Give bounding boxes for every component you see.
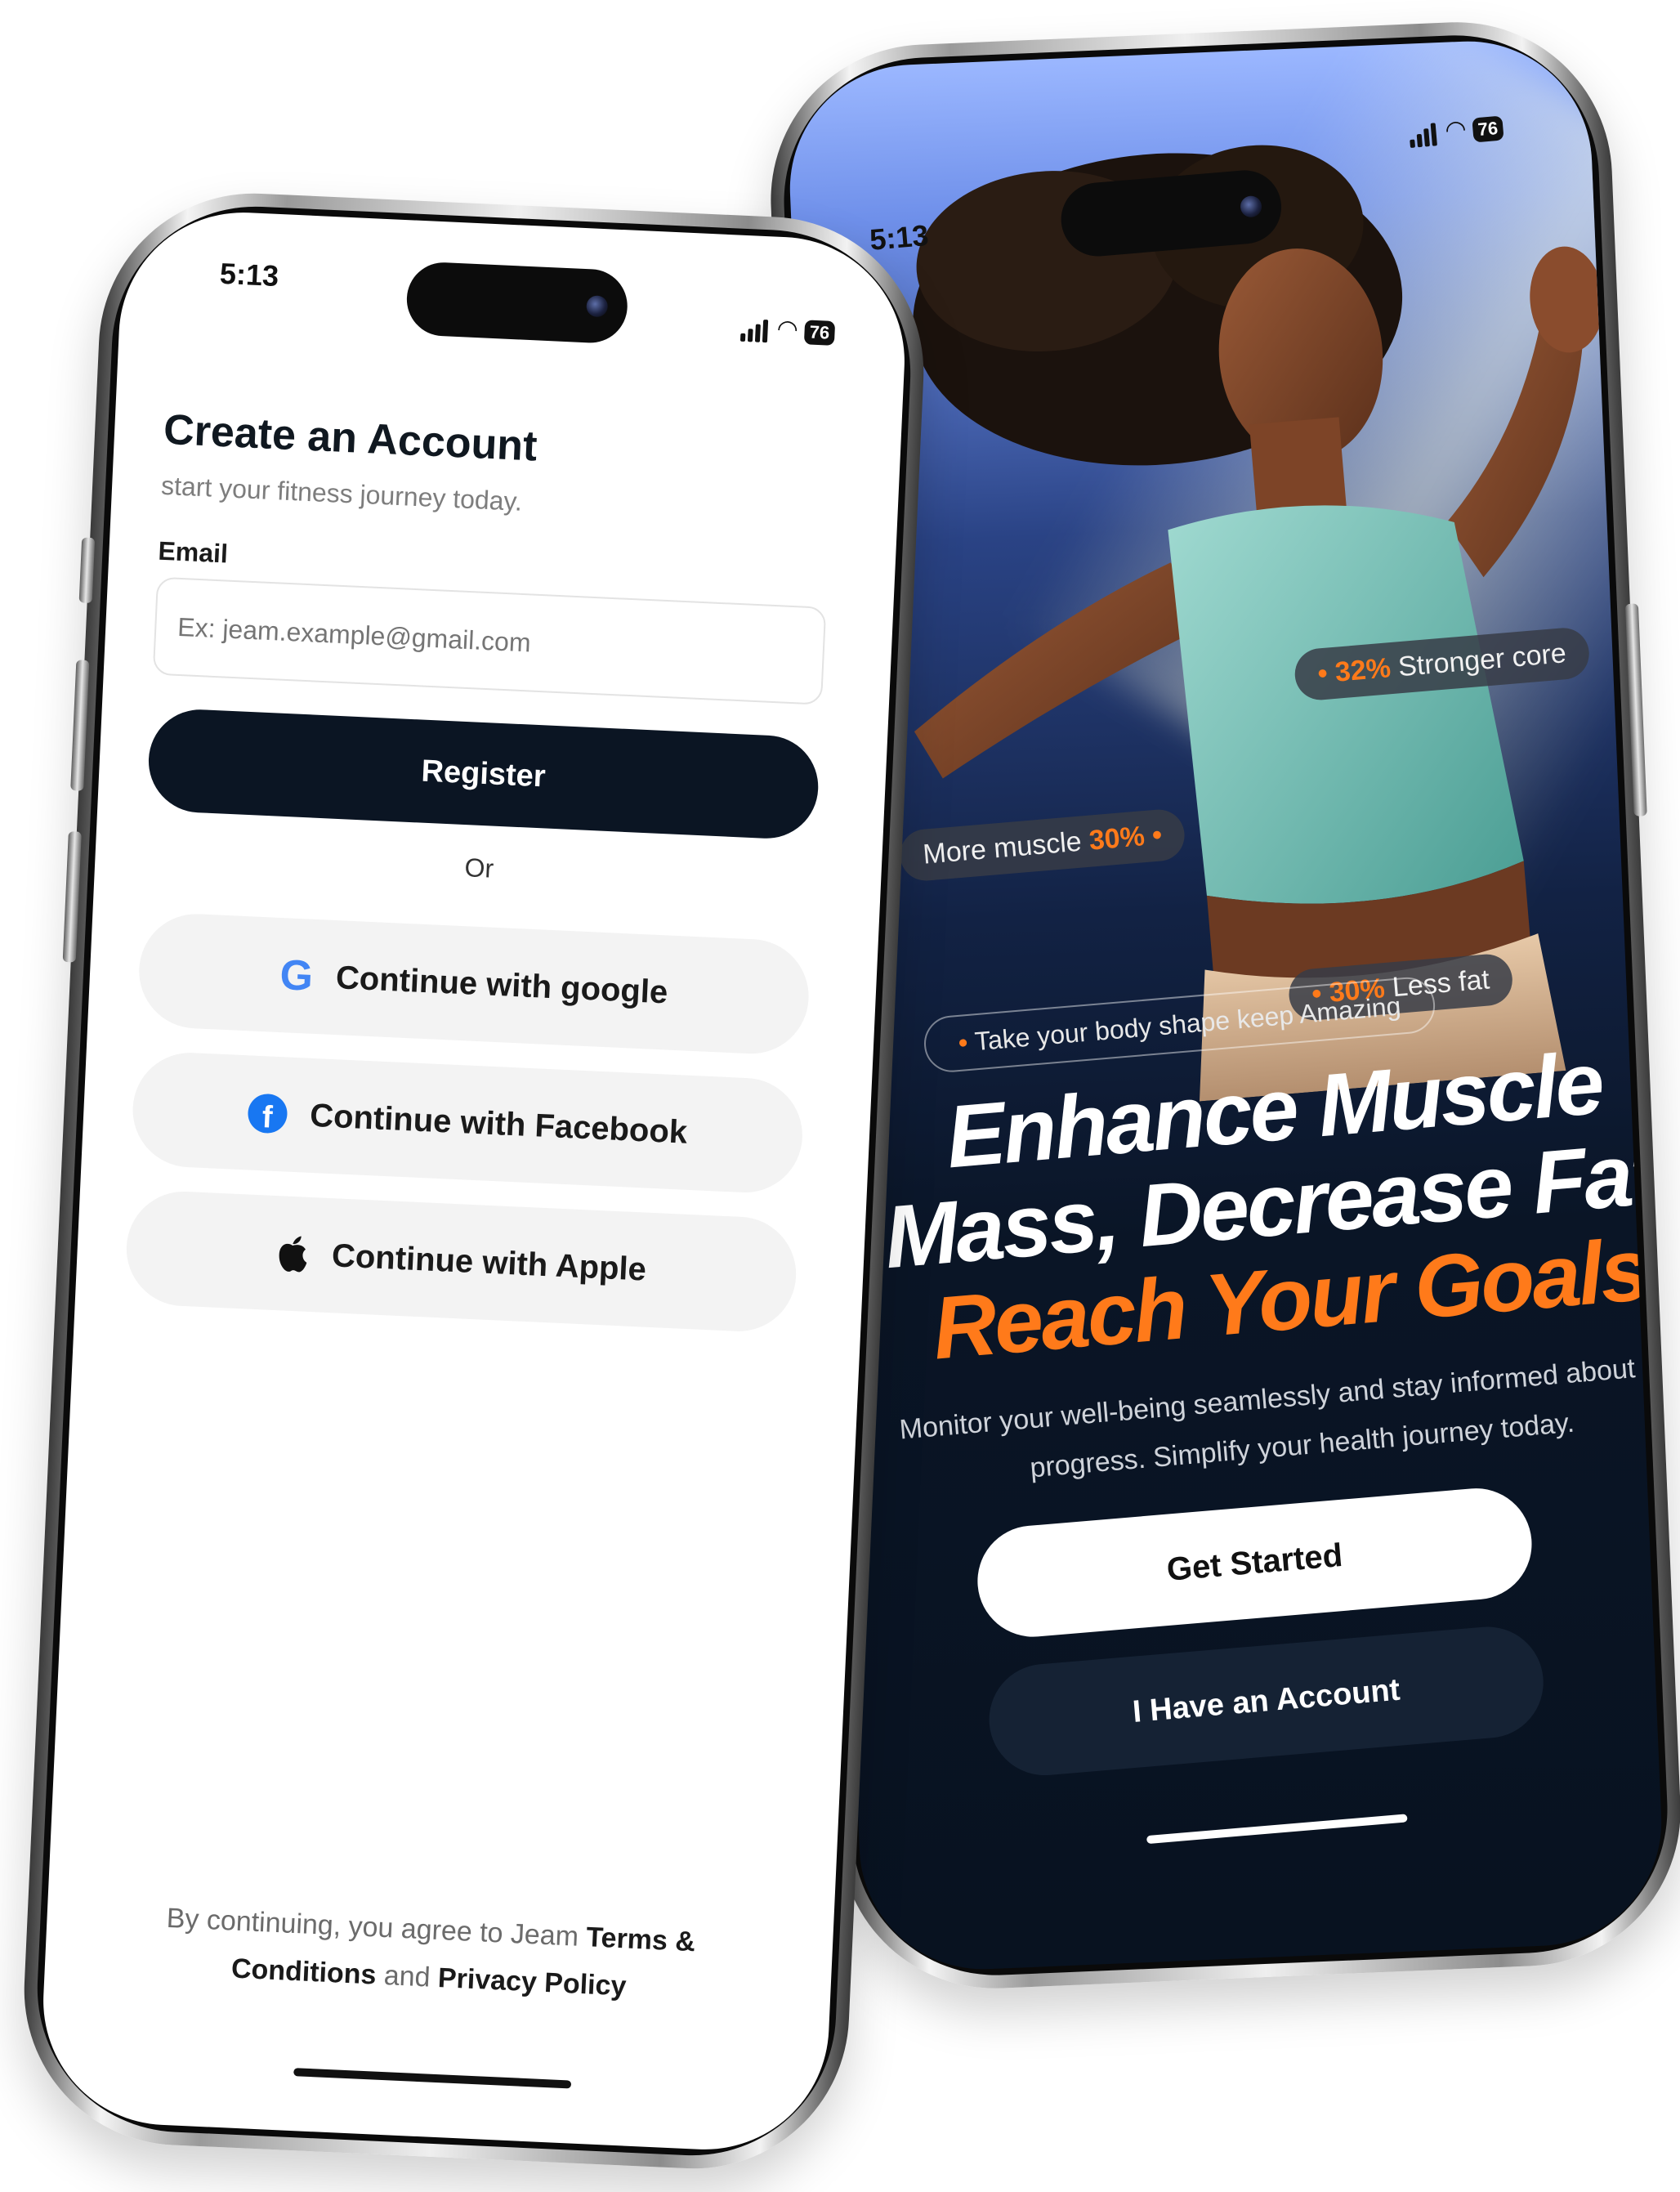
signal-icon: [739, 319, 771, 343]
page-subtitle: start your fitness journey today.: [160, 470, 523, 517]
google-icon: G: [279, 951, 315, 1000]
left-phone-volume-down: [62, 831, 82, 963]
wifi-icon: ◠: [1444, 115, 1468, 145]
left-phone-frame: 5:13 ◠ 76 Create an Account start your f…: [17, 186, 931, 2176]
email-label: Email: [157, 535, 229, 569]
front-camera: [1239, 195, 1263, 218]
signal-icon: [1409, 123, 1440, 148]
status-time: 5:13: [868, 217, 930, 257]
battery-icon: 76: [1472, 115, 1504, 143]
stat-pct: 32%: [1334, 652, 1392, 688]
google-signin-label: Continue with google: [335, 959, 669, 1011]
stat-label: Stronger core: [1396, 637, 1568, 683]
terms-prefix: By continuing, you agree to Jeam: [166, 1902, 579, 1953]
dynamic-island: [404, 261, 629, 345]
terms-notice: By continuing, you agree to Jeam Terms &…: [93, 1891, 766, 2016]
have-account-button[interactable]: I Have an Account: [985, 1622, 1548, 1780]
register-button[interactable]: Register: [146, 707, 821, 841]
apple-signin-label: Continue with Apple: [331, 1237, 647, 1288]
facebook-signin-label: Continue with Facebook: [309, 1097, 689, 1151]
home-indicator: [293, 2068, 572, 2089]
status-time: 5:13: [219, 256, 279, 293]
status-icons: ◠ 76: [739, 313, 835, 346]
apple-icon: [279, 1236, 307, 1273]
right-phone-power-button: [1624, 603, 1647, 816]
left-phone-volume-up: [70, 660, 90, 791]
battery-icon: 76: [804, 320, 835, 346]
get-started-button[interactable]: Get Started: [972, 1483, 1536, 1642]
left-phone-action-button: [78, 537, 96, 604]
facebook-icon: f: [247, 1093, 288, 1134]
register-screen: 5:13 ◠ 76 Create an Account start your f…: [38, 207, 910, 2155]
home-indicator: [1146, 1814, 1408, 1845]
page-title: Create an Account: [162, 405, 538, 471]
stat-label: More muscle: [921, 825, 1084, 870]
terms-conjunction: and: [383, 1960, 431, 1993]
apple-signin-button[interactable]: Continue with Apple: [123, 1188, 799, 1334]
privacy-link[interactable]: Privacy Policy: [437, 1962, 627, 2002]
google-signin-button[interactable]: G Continue with google: [136, 911, 811, 1057]
stat-pct: 30%: [1088, 821, 1146, 857]
email-field[interactable]: [152, 576, 827, 705]
or-divider: Or: [463, 852, 494, 884]
facebook-signin-button[interactable]: f Continue with Facebook: [130, 1050, 805, 1196]
front-camera: [586, 295, 609, 318]
wifi-icon: ◠: [775, 315, 799, 343]
